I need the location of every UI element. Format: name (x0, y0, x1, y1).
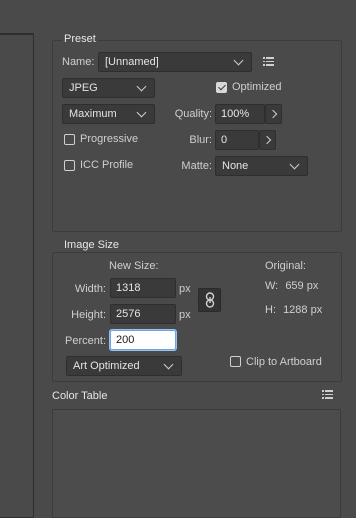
quality-value: 100% (221, 108, 250, 120)
original-width: W: 659 px (265, 280, 318, 292)
percent-value: 200 (116, 334, 135, 346)
progressive-checkbox[interactable] (64, 134, 75, 145)
width-label: Width: (74, 283, 106, 295)
image-size-title: Image Size (62, 239, 122, 251)
quality-slider-button[interactable] (265, 104, 282, 124)
color-table-menu-icon[interactable] (322, 390, 333, 399)
width-value: 1318 (116, 282, 141, 294)
format-select[interactable]: JPEG (62, 78, 155, 98)
blur-value: 0 (221, 134, 228, 146)
icc-profile-checkbox[interactable] (64, 160, 75, 171)
orig-h-value: 1288 px (283, 304, 323, 316)
height-label: Height: (71, 309, 106, 321)
orig-h-label: H: (265, 304, 276, 316)
link-icon (205, 292, 214, 308)
color-table-area (52, 409, 341, 518)
blur-label: Blur: (189, 134, 212, 146)
resample-value: Art Optimized (73, 360, 140, 372)
icc-profile-label: ICC Profile (80, 159, 134, 171)
original-height: H: 1288 px (265, 304, 322, 316)
preview-pane (0, 34, 34, 518)
chevron-down-icon (289, 159, 300, 170)
percent-field[interactable]: 200 (110, 330, 176, 350)
preset-menu-icon[interactable] (263, 57, 274, 66)
quality-field[interactable]: 100% (215, 104, 265, 124)
quality-preset-value: Maximum (69, 108, 117, 120)
chevron-right-icon (268, 109, 277, 119)
orig-w-label: W: (265, 280, 279, 292)
original-label: Original: (265, 260, 306, 272)
progressive-label: Progressive (80, 133, 139, 145)
width-unit: px (179, 283, 191, 295)
matte-select[interactable]: None (215, 156, 308, 176)
color-table-title: Color Table (52, 390, 108, 402)
resample-select[interactable]: Art Optimized (66, 356, 182, 376)
clip-to-artboard-checkbox[interactable] (230, 356, 241, 367)
blur-field[interactable]: 0 (215, 130, 259, 150)
chevron-down-icon (163, 359, 174, 370)
matte-value: None (222, 160, 249, 172)
chevron-down-icon (136, 81, 147, 92)
orig-w-value: 659 px (285, 280, 319, 292)
chevron-right-icon (262, 135, 271, 145)
quality-label: Quality: (174, 108, 212, 120)
optimized-checkbox[interactable] (216, 82, 227, 93)
format-value: JPEG (69, 82, 98, 94)
width-field[interactable]: 1318 (110, 278, 176, 298)
preset-name-value: [Unnamed] (105, 56, 159, 68)
preset-name-select[interactable]: [Unnamed] (98, 52, 252, 72)
height-field[interactable]: 2576 (110, 304, 176, 324)
height-unit: px (179, 309, 191, 321)
height-value: 2576 (116, 308, 141, 320)
new-size-label: New Size: (109, 260, 159, 272)
quality-preset-select[interactable]: Maximum (62, 104, 155, 124)
percent-label: Percent: (65, 335, 106, 347)
constrain-proportions-button[interactable] (198, 288, 221, 312)
name-label: Name: (62, 56, 95, 68)
chevron-down-icon (136, 107, 147, 118)
clip-to-artboard-label: Clip to Artboard (246, 356, 322, 368)
chevron-down-icon (233, 55, 244, 66)
optimized-label: Optimized (232, 81, 282, 93)
blur-slider-button[interactable] (259, 130, 276, 150)
matte-label: Matte: (181, 160, 212, 172)
preset-title: Preset (62, 33, 98, 45)
